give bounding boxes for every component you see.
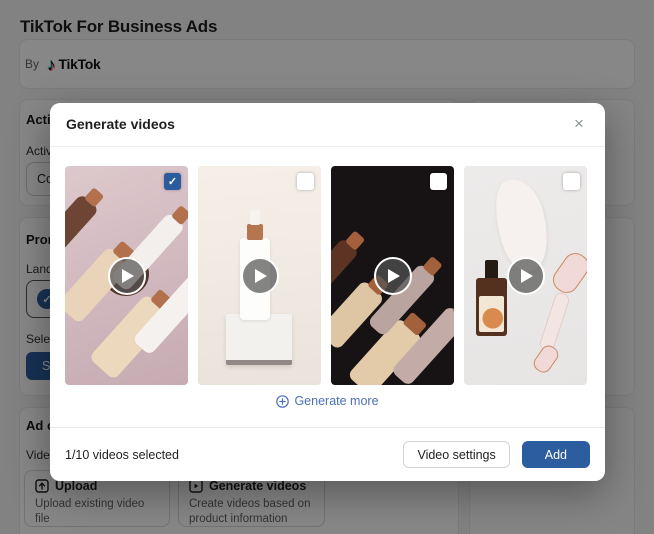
video-thumbnail-2[interactable]: ✓	[198, 166, 321, 385]
video-thumbnail-4[interactable]: ✓	[464, 166, 587, 385]
video-checkbox[interactable]: ✓	[430, 173, 447, 190]
app-root: TikTok For Business Ads By ♪ TikTok Acti…	[0, 0, 654, 534]
play-icon[interactable]	[373, 256, 412, 295]
video-thumbnail-grid: ✓ ✓ ✓	[65, 166, 587, 385]
play-icon[interactable]	[107, 256, 146, 295]
modal-title: Generate videos	[66, 116, 175, 132]
modal-header: Generate videos ×	[50, 103, 605, 147]
play-icon[interactable]	[506, 256, 545, 295]
close-icon[interactable]: ×	[569, 114, 589, 134]
generate-more-label: Generate more	[294, 394, 379, 408]
generate-more-button[interactable]: Generate more	[276, 394, 379, 408]
video-checkbox[interactable]: ✓	[563, 173, 580, 190]
generate-videos-modal: Generate videos × ✓ ✓	[50, 103, 605, 481]
video-settings-button[interactable]: Video settings	[403, 441, 510, 468]
video-thumbnail-3[interactable]: ✓	[331, 166, 454, 385]
video-checkbox[interactable]: ✓	[164, 173, 181, 190]
video-thumbnail-1[interactable]: ✓	[65, 166, 188, 385]
video-checkbox[interactable]: ✓	[297, 173, 314, 190]
plus-circle-icon	[276, 394, 290, 408]
play-icon[interactable]	[240, 256, 279, 295]
add-button[interactable]: Add	[521, 441, 590, 468]
modal-footer: 1/10 videos selected Video settings Add	[65, 428, 590, 481]
selection-status: 1/10 videos selected	[65, 447, 179, 462]
